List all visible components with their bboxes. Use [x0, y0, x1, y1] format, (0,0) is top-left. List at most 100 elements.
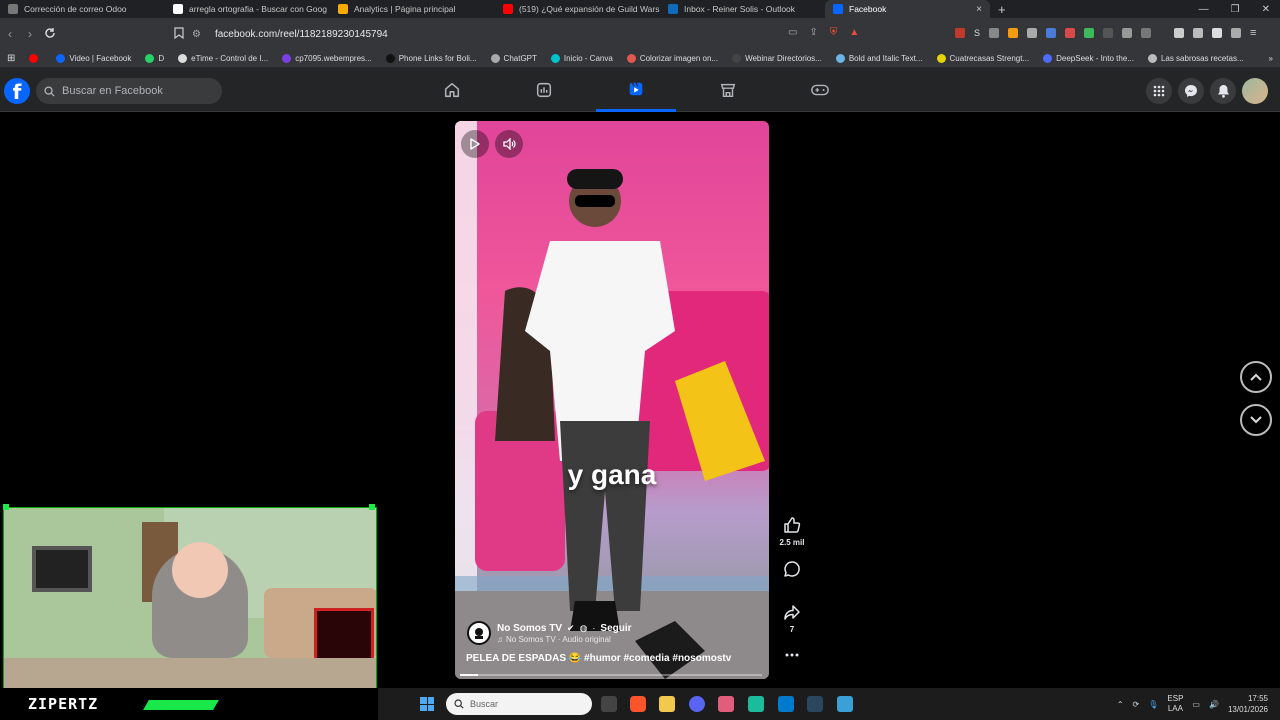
messenger-button[interactable] [1178, 78, 1204, 104]
file-explorer-icon[interactable] [659, 696, 675, 712]
bookmark-item[interactable]: Webinar Directorios... [725, 54, 829, 63]
apps-icon[interactable]: ⊞ [0, 53, 22, 64]
extension-icon[interactable] [1027, 28, 1038, 38]
wallet-icon[interactable] [1193, 28, 1204, 38]
reel-video[interactable]: y gana No Somos TV ✔ ◍ · Seguir ♫ No Som… [455, 121, 769, 679]
mute-button[interactable] [495, 130, 523, 158]
extension-icon[interactable] [1065, 28, 1076, 38]
reload-icon[interactable] [40, 27, 60, 42]
tab-title: Inbox - Reiner Solis - Outlook [684, 4, 796, 14]
clock[interactable]: 17:55 13/01/2026 [1228, 693, 1268, 715]
bookmark-item[interactable]: Colorizar imagen on... [620, 54, 725, 63]
puzzle-icon[interactable] [1122, 28, 1133, 38]
avatar[interactable] [1242, 78, 1268, 104]
forward-icon[interactable]: › [20, 27, 40, 41]
bookmark-item[interactable]: DeepSeek - Into the... [1036, 54, 1141, 63]
browser-tab[interactable]: arregla ortografia - Buscar con Goog [165, 0, 330, 18]
notepad-icon[interactable] [837, 696, 853, 712]
nav-gaming[interactable] [780, 68, 860, 112]
windows-start-icon[interactable] [420, 697, 434, 711]
play-icon [470, 138, 480, 150]
extension-icon[interactable] [955, 28, 965, 38]
browser-tab[interactable]: Facebook × [825, 0, 990, 18]
nav-reels[interactable] [596, 68, 676, 112]
browser-tab[interactable]: Analytics | Página principal [330, 0, 495, 18]
bookmark-item[interactable]: cp7095.webempres... [275, 54, 379, 63]
brave-icon[interactable] [630, 696, 646, 712]
next-reel-button[interactable] [1240, 404, 1272, 436]
extension-icon[interactable] [1008, 28, 1019, 38]
vscode-icon[interactable] [778, 696, 794, 712]
nav-marketplace[interactable] [688, 68, 768, 112]
nav-home[interactable] [412, 68, 492, 112]
restore-icon[interactable]: ❐ [1231, 4, 1240, 15]
share-button[interactable]: 7 [778, 603, 806, 634]
extension-icon[interactable] [989, 28, 1000, 38]
notifications-button[interactable] [1210, 78, 1236, 104]
facebook-logo[interactable]: f [4, 78, 30, 104]
taskbar-search[interactable]: Buscar [446, 693, 592, 715]
bookmark-item[interactable]: Phone Links for Boli... [379, 54, 484, 63]
audio-label[interactable]: No Somos TV · Audio original [506, 635, 611, 644]
nav-video[interactable] [504, 68, 584, 112]
share-icon[interactable]: ⇪ [809, 27, 817, 38]
back-icon[interactable]: ‹ [0, 27, 20, 41]
language-indicator[interactable]: ESP LAA [1167, 694, 1183, 714]
comment-button[interactable] [778, 560, 806, 581]
previous-reel-button[interactable] [1240, 361, 1272, 393]
app-icon[interactable] [718, 696, 734, 712]
browser-tab[interactable]: Corrección de correo Odoo [0, 0, 165, 18]
bookmark-item[interactable]: Las sabrosas recetas... [1141, 54, 1251, 63]
steam-icon[interactable] [807, 696, 823, 712]
progress-bar[interactable] [460, 674, 762, 676]
discord-icon[interactable] [689, 696, 705, 712]
network-icon[interactable]: ▭ [1192, 700, 1200, 709]
like-button[interactable]: 2.5 mil [778, 516, 806, 547]
bookmark-icon[interactable] [174, 27, 184, 42]
bookmark-item[interactable]: Inicio - Canva [544, 54, 620, 63]
sidebar-icon[interactable] [1174, 28, 1185, 38]
bookmark-item[interactable]: Bold and Italic Text... [829, 54, 930, 63]
minimize-icon[interactable]: — [1199, 4, 1209, 15]
app-icon[interactable] [748, 696, 764, 712]
bookmark-item[interactable] [22, 54, 49, 63]
cast-icon[interactable]: ▭ [788, 27, 797, 38]
vpn-icon[interactable] [1231, 28, 1242, 38]
mic-icon[interactable]: 🎙 [1148, 700, 1158, 709]
volume-icon[interactable]: 🔊 [1209, 700, 1219, 709]
menu-icon[interactable]: ≡ [1250, 27, 1256, 39]
extension-icon[interactable] [1046, 28, 1057, 38]
menu-button[interactable] [1146, 78, 1172, 104]
task-view-icon[interactable] [601, 696, 617, 712]
url-field[interactable]: ⚙ facebook.com/reel/1182189230145794 [192, 22, 882, 46]
more-options-button[interactable] [778, 647, 806, 666]
bookmark-item[interactable]: Cuatrecasas Strengt... [930, 54, 1037, 63]
bookmark-favicon-icon [1043, 54, 1053, 63]
new-tab-button[interactable]: + [990, 2, 1014, 17]
search-box[interactable]: Buscar en Facebook [36, 78, 222, 104]
sync-icon[interactable]: ⟳ [1133, 700, 1140, 709]
close-window-icon[interactable]: ✕ [1262, 4, 1270, 15]
browser-tab[interactable]: (519) ¿Qué expansión de Guild Wars [495, 0, 660, 18]
bookmark-item[interactable]: eTime - Control de I... [171, 54, 275, 63]
extension-icon[interactable] [1103, 28, 1114, 38]
follow-button[interactable]: Seguir [600, 623, 631, 634]
bookmark-item[interactable]: ChatGPT [484, 54, 544, 63]
close-tab-icon[interactable]: × [976, 4, 982, 15]
site-info-icon[interactable]: ⚙ [192, 29, 201, 40]
leo-icon[interactable] [1212, 28, 1223, 38]
play-button[interactable] [461, 130, 489, 158]
bookmark-item[interactable]: D [138, 54, 171, 63]
bookmark-item[interactable]: Video | Facebook [49, 54, 138, 63]
browser-tab[interactable]: Inbox - Reiner Solis - Outlook [660, 0, 825, 18]
brave-shield-icon[interactable]: ⛨ [830, 27, 838, 38]
reel-description[interactable]: PELEA DE ESPADAS 😂 #humor #comedia #noso… [466, 653, 731, 664]
author-avatar[interactable] [467, 621, 491, 645]
extension-icon[interactable]: S [974, 28, 980, 38]
author-name[interactable]: No Somos TV [497, 623, 562, 634]
chevron-up-icon[interactable]: ⌃ [1117, 700, 1124, 709]
bookmarks-overflow-icon[interactable]: » [1262, 54, 1280, 63]
brave-rewards-icon[interactable]: ▲ [849, 27, 859, 38]
extension-icon[interactable] [1141, 28, 1152, 38]
extension-icon[interactable] [1084, 28, 1095, 38]
